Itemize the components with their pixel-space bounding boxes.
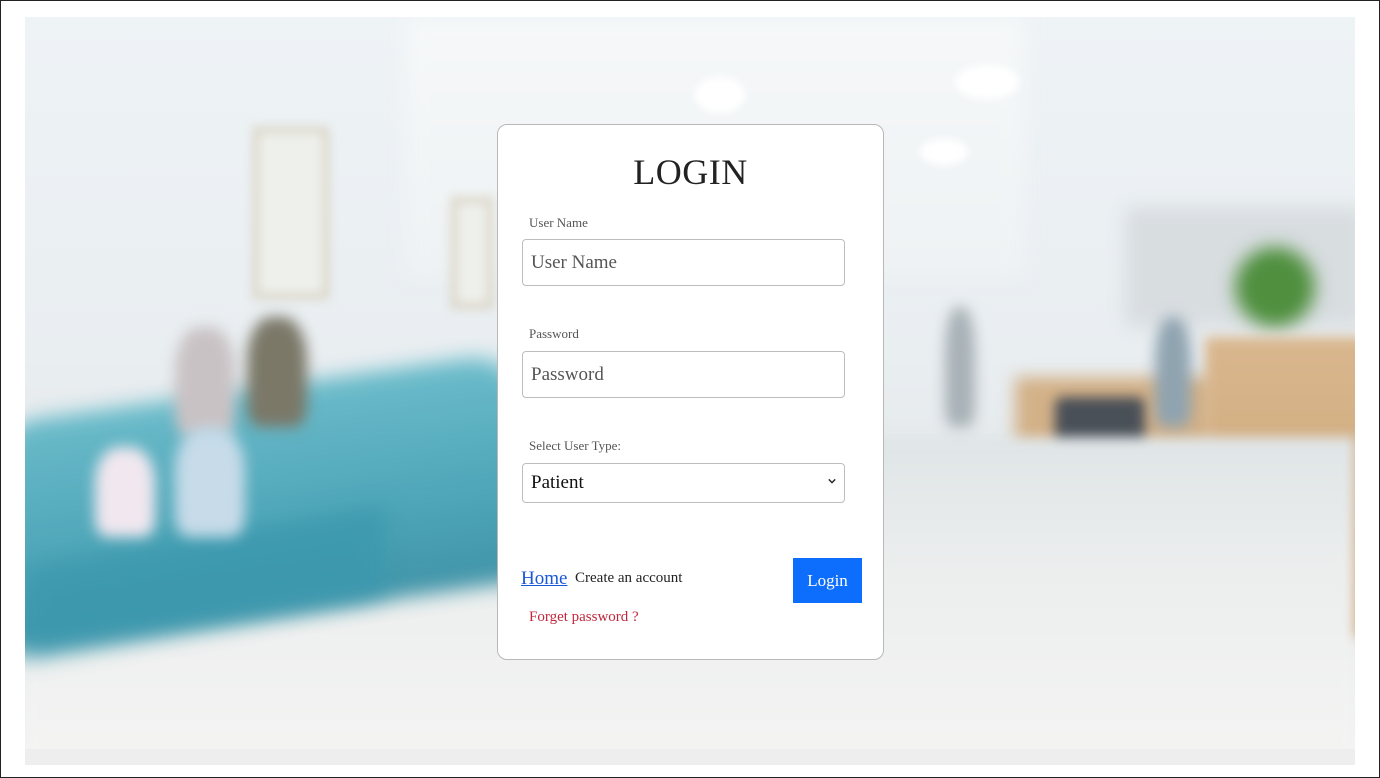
bg-ceiling-light (695, 77, 745, 113)
create-account-link[interactable]: Create an account (575, 570, 682, 587)
bg-person (175, 427, 245, 537)
page-frame: LOGIN User Name Password Select User Typ… (0, 0, 1380, 778)
bg-wall-picture (253, 127, 329, 299)
bg-person (95, 447, 155, 537)
forget-password-link[interactable]: Forget password ? (529, 609, 639, 626)
bg-ceiling-light (920, 139, 968, 165)
login-title: LOGIN (633, 152, 748, 192)
user-type-select[interactable]: Patient (522, 463, 845, 503)
bg-plant (1235, 247, 1315, 327)
password-input[interactable] (522, 351, 845, 398)
login-button[interactable]: Login (793, 558, 862, 603)
user-type-selected-value: Patient (531, 472, 584, 493)
login-card: LOGIN User Name Password Select User Typ… (497, 124, 884, 660)
bg-person (175, 327, 235, 437)
chevron-down-icon (828, 478, 836, 484)
home-link[interactable]: Home (521, 568, 567, 590)
bg-wall-picture (451, 197, 493, 309)
username-label: User Name (529, 215, 588, 230)
bg-bottom-band (25, 749, 1355, 765)
user-type-label: Select User Type: (529, 438, 621, 453)
username-input[interactable] (522, 239, 845, 286)
bg-ceiling-light (955, 65, 1019, 99)
bg-person (247, 317, 307, 427)
bg-person (945, 307, 975, 427)
bg-person (1155, 317, 1191, 427)
password-label: Password (529, 326, 579, 341)
